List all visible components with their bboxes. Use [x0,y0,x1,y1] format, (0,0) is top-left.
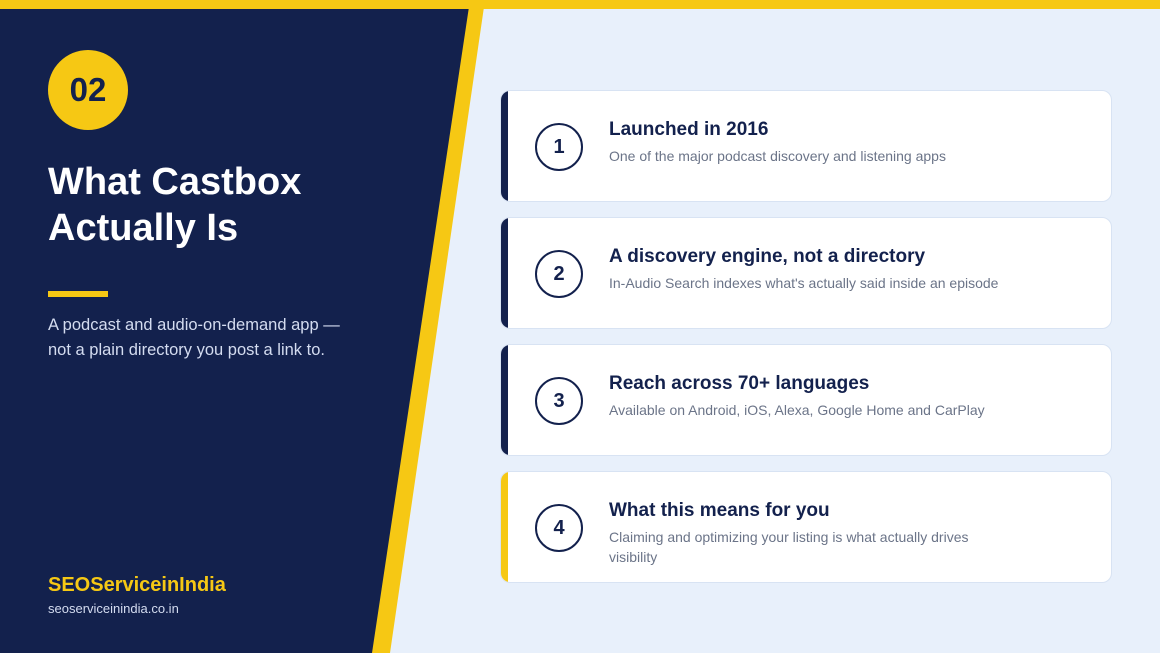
card-title: A discovery engine, not a directory [609,246,926,267]
card-number-badge: 3 [535,377,583,425]
card-accent-bar [501,345,508,455]
brand-name: SEOServiceinIndia [48,574,226,596]
brand-url: seoserviceinindia.co.in [48,601,179,616]
card-accent-bar [501,218,508,328]
section-number-badge: 02 [48,50,128,130]
card-title: Launched in 2016 [609,119,769,140]
fact-card: 1 Launched in 2016 One of the major podc… [500,90,1112,202]
slide-title-line-1: What Castbox [48,161,302,203]
slide-title-line-2: Actually Is [48,207,239,249]
top-accent-bar [0,0,1160,9]
card-accent-bar [501,91,508,201]
fact-card-highlighted: 4 What this means for you Claiming and o… [500,471,1112,583]
card-description: One of the major podcast discovery and l… [609,148,946,164]
card-number-badge: 2 [535,250,583,298]
card-title: Reach across 70+ languages [609,373,870,394]
slide-subtitle: A podcast and audio-on-demand app — not … [48,316,340,359]
card-number-badge: 1 [535,123,583,171]
left-panel: 02 What Castbox Actually Is A podcast an… [0,0,460,653]
fact-card-list: 1 Launched in 2016 One of the major podc… [500,90,1112,598]
card-description: In-Audio Search indexes what's actually … [609,275,999,291]
card-accent-bar [501,472,508,582]
fact-card: 3 Reach across 70+ languages Available o… [500,344,1112,456]
title-underline [48,291,108,297]
slide-title: What Castbox Actually Is [48,159,408,251]
card-description: Available on Android, iOS, Alexa, Google… [609,402,985,418]
card-description: Claiming and optimizing your listing is … [609,529,969,565]
card-title: What this means for you [609,500,830,521]
card-number-badge: 4 [535,504,583,552]
fact-card: 2 A discovery engine, not a directory In… [500,217,1112,329]
